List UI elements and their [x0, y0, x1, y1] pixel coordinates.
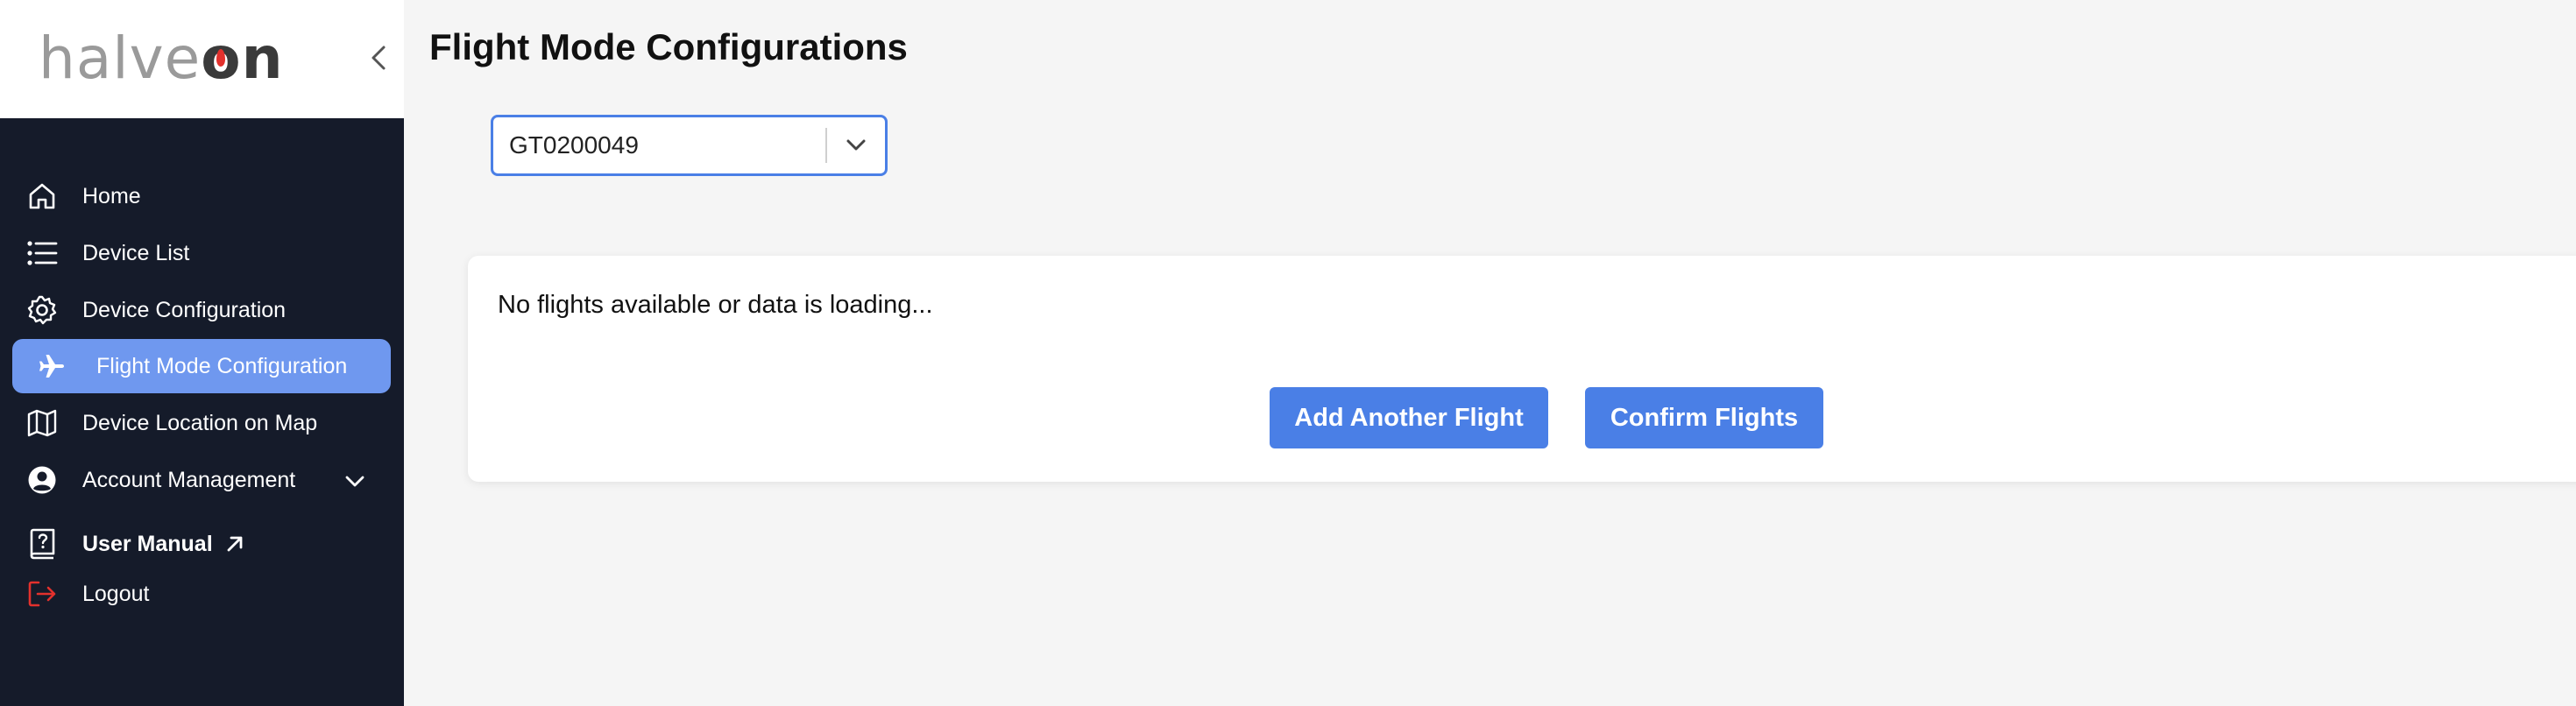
logo-area: halve o n	[0, 0, 404, 118]
airplane-icon	[35, 349, 70, 384]
chevron-left-icon	[372, 46, 386, 70]
user-circle-icon	[25, 462, 60, 498]
logo-text-dark: n	[241, 25, 284, 92]
logout-icon	[25, 576, 60, 611]
sidebar-item-label: User Manual	[82, 531, 213, 556]
brand-logo[interactable]: halve o n	[39, 30, 284, 88]
sidebar-item-device-location-on-map[interactable]: Device Location on Map	[12, 396, 391, 450]
manual-icon	[25, 526, 60, 561]
page-title: Flight Mode Configurations	[429, 26, 908, 67]
sidebar-collapse-button[interactable]	[366, 42, 391, 74]
chevron-down-icon	[345, 469, 364, 494]
empty-state-message: No flights available or data is loading.…	[498, 291, 933, 319]
home-icon	[25, 179, 60, 214]
map-icon	[25, 406, 60, 441]
sidebar-item-label: Flight Mode Configuration	[96, 353, 348, 378]
gear-icon	[25, 293, 60, 328]
logo-text-light: halve	[39, 25, 202, 92]
sidebar-item-device-list[interactable]: Device List	[12, 226, 391, 280]
sidebar-item-label: Device List	[82, 240, 190, 265]
sidebar-item-user-manual[interactable]: User Manual	[12, 517, 391, 571]
device-select[interactable]: GT0200049	[491, 115, 888, 176]
sidebar-item-logout[interactable]: Logout	[12, 567, 391, 621]
sidebar-item-label: Account Management	[82, 467, 296, 492]
external-link-icon	[225, 534, 244, 554]
confirm-flights-button[interactable]: Confirm Flights	[1585, 387, 1823, 448]
sidebar-item-account-management[interactable]: Account Management	[12, 453, 391, 507]
logo-o-mark: o	[201, 30, 241, 88]
sidebar-item-device-configuration[interactable]: Device Configuration	[12, 283, 391, 337]
sidebar-item-label: Device Configuration	[82, 297, 287, 322]
chevron-down-icon[interactable]	[827, 117, 885, 173]
sidebar-item-label: Device Location on Map	[82, 410, 318, 435]
list-icon	[25, 236, 60, 271]
device-select-value: GT0200049	[509, 131, 639, 159]
flights-panel: No flights available or data is loading.…	[468, 256, 2576, 482]
sidebar-item-label: Logout	[82, 581, 150, 606]
sidebar-item-label: Home	[82, 183, 141, 208]
sidebar: halve o n Home Device List Device Config…	[0, 0, 404, 706]
sidebar-item-home[interactable]: Home	[12, 169, 391, 223]
add-another-flight-button[interactable]: Add Another Flight	[1270, 387, 1548, 448]
sidebar-item-flight-mode-configuration[interactable]: Flight Mode Configuration	[12, 339, 391, 393]
